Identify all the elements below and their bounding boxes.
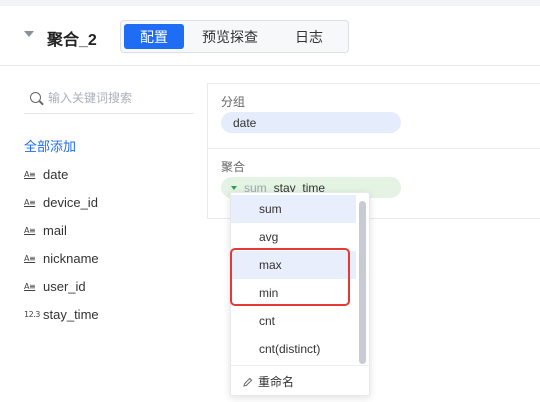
field-item-nickname[interactable]: A≡ nickname bbox=[24, 244, 194, 272]
group-section-label: 分组 bbox=[221, 95, 246, 109]
field-item-stay-time[interactable]: 12.3 stay_time bbox=[24, 300, 194, 328]
add-all-link[interactable]: 全部添加 bbox=[24, 136, 76, 155]
dropdown-option-avg[interactable]: avg bbox=[231, 223, 356, 251]
search-icon bbox=[30, 92, 41, 103]
dropdown-option-min[interactable]: min bbox=[231, 279, 356, 307]
rename-label: 重命名 bbox=[258, 374, 295, 389]
rename-action[interactable]: 重命名 bbox=[243, 371, 294, 391]
caret-down-icon[interactable] bbox=[231, 185, 237, 190]
dropdown-option-cnt-distinct[interactable]: cnt(distinct) bbox=[231, 335, 356, 363]
section-divider bbox=[208, 148, 540, 149]
string-type-icon: A≡ bbox=[24, 169, 36, 179]
field-item-user-id[interactable]: A≡ user_id bbox=[24, 272, 194, 300]
dropdown-option-cnt[interactable]: cnt bbox=[231, 307, 356, 335]
panel-header: 聚合_2 配置 预览探查 日志 bbox=[0, 6, 540, 66]
field-item-mail[interactable]: A≡ mail bbox=[24, 216, 194, 244]
string-type-icon: A≡ bbox=[24, 253, 36, 263]
collapse-arrow-icon[interactable] bbox=[24, 31, 34, 37]
tab-preview[interactable]: 预览探查 bbox=[184, 24, 276, 49]
dropdown-divider bbox=[231, 365, 371, 366]
node-title: 聚合_2 bbox=[47, 32, 97, 49]
field-name: date bbox=[43, 166, 69, 182]
field-list: A≡ date A≡ device_id A≡ mail A≡ nickname… bbox=[24, 160, 194, 328]
group-field-name: date bbox=[233, 115, 257, 130]
field-name: nickname bbox=[43, 250, 99, 266]
string-type-icon: A≡ bbox=[24, 225, 36, 235]
string-type-icon: A≡ bbox=[24, 197, 36, 207]
tab-group: 配置 预览探查 日志 bbox=[120, 20, 349, 53]
field-item-device-id[interactable]: A≡ device_id bbox=[24, 188, 194, 216]
tab-config[interactable]: 配置 bbox=[124, 24, 184, 49]
edit-icon bbox=[243, 376, 253, 387]
field-name: stay_time bbox=[43, 306, 99, 322]
tab-log[interactable]: 日志 bbox=[276, 24, 342, 49]
dropdown-option-sum[interactable]: sum bbox=[231, 195, 356, 223]
group-field-pill[interactable]: date bbox=[221, 112, 401, 133]
search-box bbox=[24, 84, 194, 114]
dropdown-option-max[interactable]: max bbox=[231, 251, 356, 279]
field-item-date[interactable]: A≡ date bbox=[24, 160, 194, 188]
dropdown-scrollbar[interactable] bbox=[359, 201, 366, 364]
field-name: mail bbox=[43, 222, 67, 238]
aggregate-function-dropdown: sum avg max min cnt cnt(distinct) 重命名 bbox=[230, 192, 371, 396]
field-name: user_id bbox=[43, 278, 86, 294]
string-type-icon: A≡ bbox=[24, 281, 36, 291]
aggregate-section-label: 聚合 bbox=[221, 160, 246, 174]
field-name: device_id bbox=[43, 194, 98, 210]
search-input[interactable] bbox=[48, 88, 188, 108]
number-type-icon: 12.3 bbox=[24, 309, 40, 319]
